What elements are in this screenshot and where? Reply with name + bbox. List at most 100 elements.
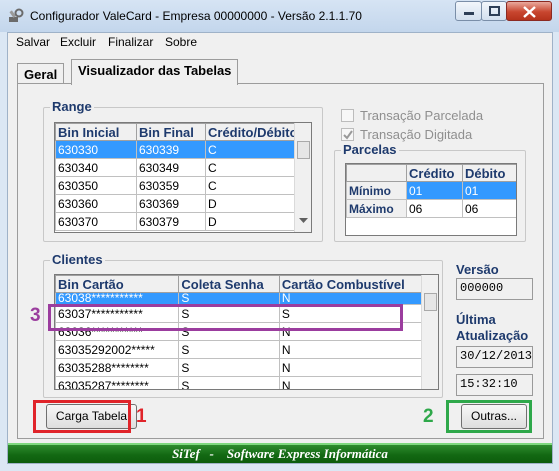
menu-excluir[interactable]: Excluir [60, 35, 96, 49]
menu-finalizar[interactable]: Finalizar [108, 35, 153, 49]
cell: 63038*********** [55, 292, 180, 305]
clientes-grid[interactable]: Bin Cartão Coleta Senha Cartão Combustív… [54, 274, 439, 390]
cell: 06 [406, 199, 463, 218]
range-title: Range [50, 99, 94, 114]
range-col-credito-debito[interactable]: Crédito/Débito [205, 123, 297, 141]
cell: S [178, 376, 280, 389]
table-row[interactable]: Mínimo 01 01 [346, 181, 516, 200]
cell: S [178, 358, 280, 377]
transacao-parcelada-checkbox[interactable]: Transação Parcelada [341, 108, 483, 123]
checkbox-label: Transação Digitada [360, 127, 473, 142]
clientes-scrollbar[interactable] [421, 275, 438, 389]
tab-page: Range Bin Inicial Bin Final Crédito/Débi… [17, 83, 544, 439]
ultima-label: Última [456, 312, 496, 327]
parcelas-col-blank [346, 164, 407, 182]
window-title: Configurador ValeCard - Empresa 00000000… [30, 9, 362, 23]
table-row[interactable]: 630350 630359 C [55, 176, 297, 195]
cell: 630379 [136, 212, 206, 231]
scroll-thumb[interactable] [297, 141, 310, 159]
cell: 63035288******** [55, 358, 180, 377]
table-row[interactable]: Máximo 06 06 [346, 199, 516, 218]
menu-salvar[interactable]: Salvar [16, 35, 50, 49]
row-header-minimo: Mínimo [346, 181, 407, 200]
cell: N [278, 292, 424, 305]
table-row[interactable]: 63038*********** S N [55, 292, 424, 305]
annotation-box-1 [33, 400, 131, 433]
ultima-time-field: 15:32:10 [456, 374, 533, 396]
tab-visualizador[interactable]: Visualizador das Tabelas [71, 59, 239, 85]
close-icon [523, 6, 536, 18]
close-button[interactable] [506, 1, 552, 21]
menu-sobre[interactable]: Sobre [165, 35, 197, 49]
annotation-box-2 [446, 400, 532, 433]
clientes-col-bin-cartao[interactable]: Bin Cartão [55, 275, 180, 293]
parcelas-col-credito: Crédito [406, 164, 463, 182]
tab-geral[interactable]: Geral [17, 63, 65, 84]
checkmark-icon [343, 130, 353, 140]
annotation-number-3: 3 [30, 305, 41, 326]
parcelas-grid[interactable]: Crédito Débito Mínimo 01 01 Máximo 06 06 [345, 163, 517, 236]
status-bar: SiTef - Software Express Informática [8, 443, 552, 463]
minimize-button[interactable] [455, 1, 482, 21]
atualizacao-label: Atualização [456, 328, 529, 343]
cell: C [205, 140, 297, 159]
cell: 63035292002***** [55, 340, 180, 359]
range-scrollbar[interactable] [294, 123, 311, 232]
cell: 630370 [55, 212, 137, 231]
table-row[interactable]: 630340 630349 C [55, 158, 297, 177]
cell: S [178, 292, 280, 305]
versao-field: 000000 [456, 278, 533, 300]
minimize-icon [464, 12, 474, 15]
cell: 630369 [136, 194, 206, 213]
clientes-col-coleta-senha[interactable]: Coleta Senha [178, 275, 280, 293]
range-header-row: Bin Inicial Bin Final Crédito/Débito [55, 123, 297, 141]
menu-bar: Salvar Excluir Finalizar Sobre [8, 33, 552, 51]
cell: N [278, 340, 424, 359]
checkbox-label: Transação Parcelada [360, 108, 484, 123]
scroll-thumb[interactable] [424, 293, 437, 311]
maximize-icon [489, 6, 500, 16]
table-row[interactable]: 63035287******** S N [55, 376, 424, 389]
table-row[interactable]: 63035292002***** S N [55, 340, 424, 359]
cell: 630349 [136, 158, 206, 177]
annotation-number-1: 1 [136, 406, 147, 427]
cell: 630350 [55, 176, 137, 195]
clientes-header-row: Bin Cartão Coleta Senha Cartão Combustív… [55, 275, 424, 293]
ultima-date-field: 30/12/2013 [456, 346, 533, 368]
checkbox-box[interactable] [341, 109, 354, 122]
cell: C [205, 158, 297, 177]
row-header-maximo: Máximo [346, 199, 407, 218]
versao-label: Versão [456, 262, 499, 277]
cell: 63035287******** [55, 376, 180, 389]
range-group: Range Bin Inicial Bin Final Crédito/Débi… [43, 99, 323, 242]
cell: 01 [462, 181, 516, 200]
transacao-digitada-checkbox[interactable]: Transação Digitada [341, 127, 472, 142]
cell: C [205, 176, 297, 195]
checkbox-box[interactable] [341, 128, 354, 141]
cell: S [178, 340, 280, 359]
parcelas-header-row: Crédito Débito [346, 164, 516, 182]
table-row[interactable]: 630330 630339 C [55, 140, 297, 159]
annotation-box-3 [48, 304, 403, 331]
cell: N [278, 358, 424, 377]
maximize-button[interactable] [481, 1, 507, 21]
cell: 630359 [136, 176, 206, 195]
tools-icon [9, 8, 24, 22]
cell: 630330 [55, 140, 137, 159]
table-row[interactable]: 630370 630379 D [55, 212, 297, 231]
cell: 630339 [136, 140, 206, 159]
parcelas-title: Parcelas [341, 142, 399, 157]
cell: 06 [462, 199, 516, 218]
range-grid[interactable]: Bin Inicial Bin Final Crédito/Débito 630… [54, 122, 312, 233]
title-bar: Configurador ValeCard - Empresa 00000000… [0, 0, 559, 32]
cell: D [205, 194, 297, 213]
table-row[interactable]: 63035288******** S N [55, 358, 424, 377]
cell: 630360 [55, 194, 137, 213]
parcelas-group: Parcelas Crédito Débito Mínimo 01 01 Máx… [334, 142, 526, 242]
cell: N [278, 376, 424, 389]
range-col-bin-final[interactable]: Bin Final [136, 123, 206, 141]
scroll-down-icon[interactable] [299, 218, 308, 223]
table-row[interactable]: 630360 630369 D [55, 194, 297, 213]
range-col-bin-inicial[interactable]: Bin Inicial [55, 123, 137, 141]
clientes-col-cartao-combustivel[interactable]: Cartão Combustível [278, 275, 424, 293]
